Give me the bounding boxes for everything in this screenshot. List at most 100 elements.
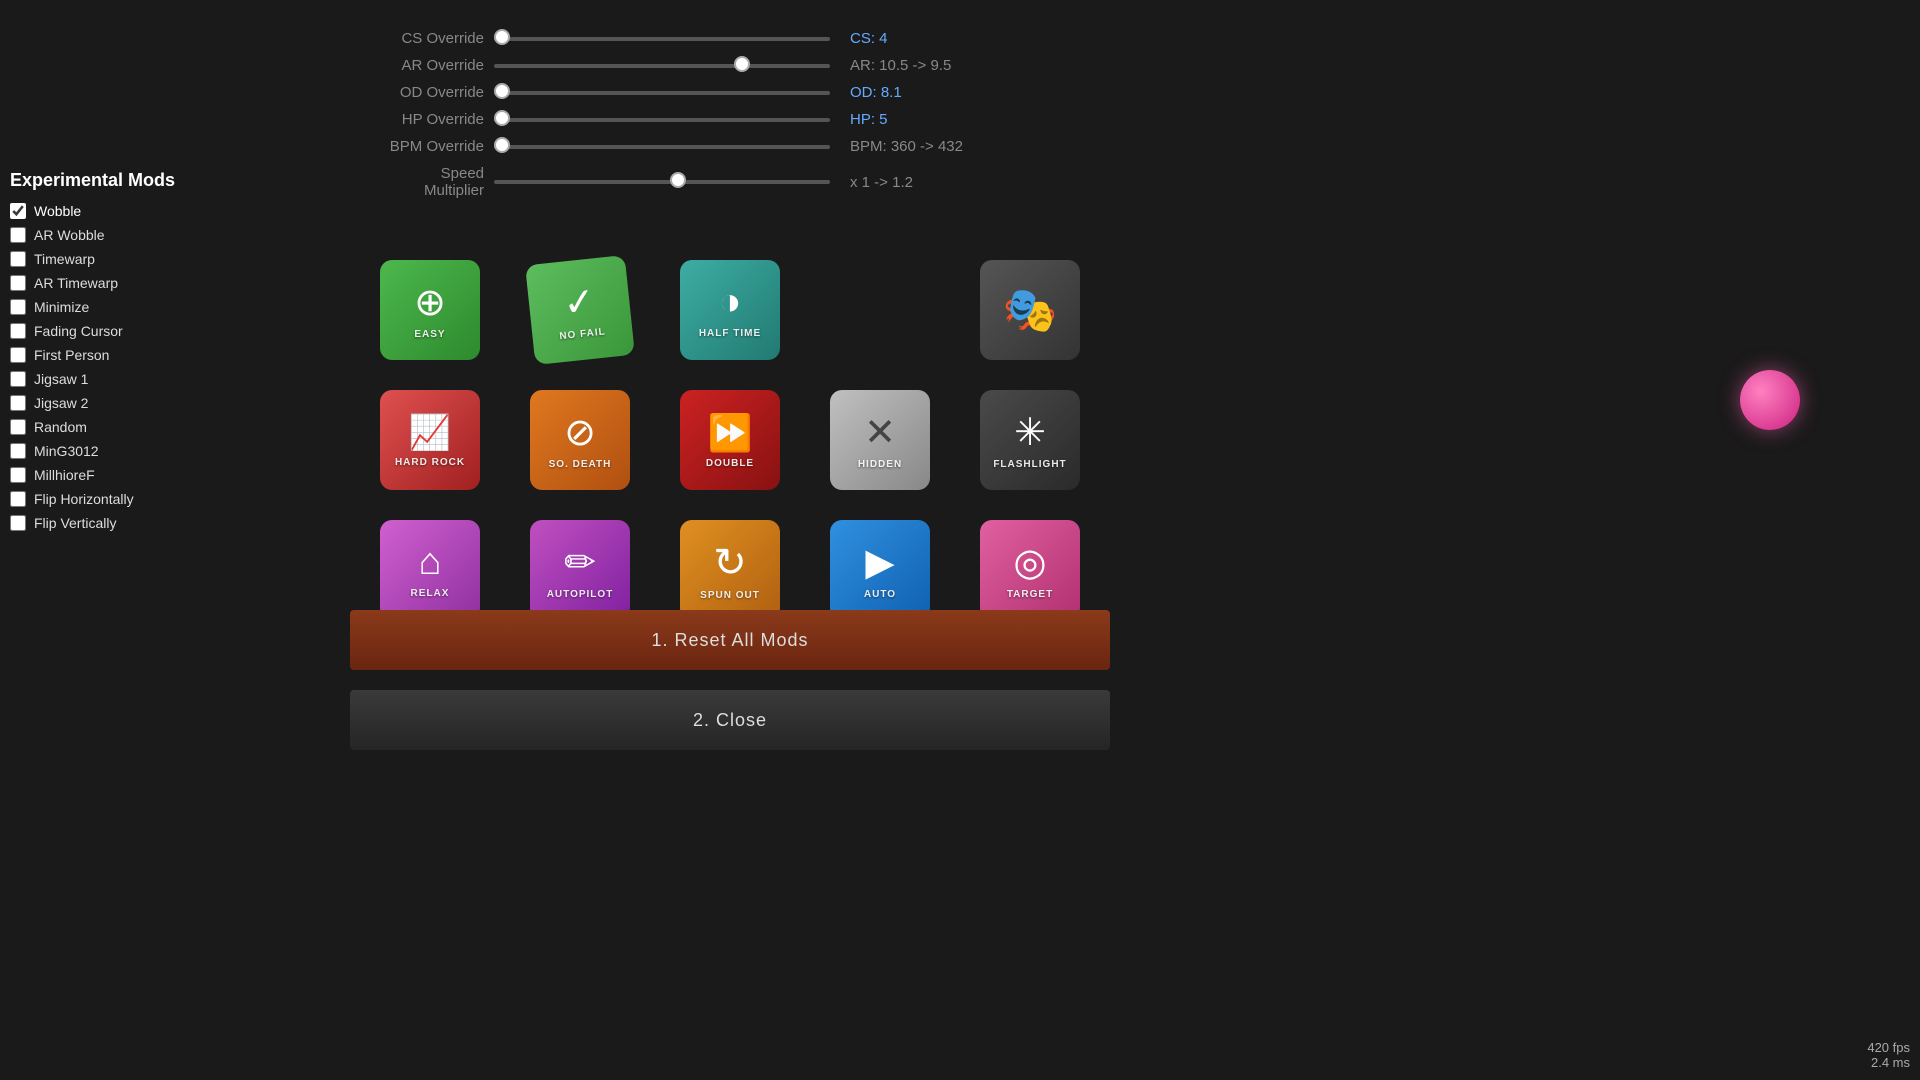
slider-input-0[interactable] xyxy=(494,29,830,45)
mod-easy[interactable]: ⊕ EASY xyxy=(380,260,480,360)
mod-label-autopilot: AUTOPILOT xyxy=(547,589,614,600)
checkbox-item-timewarp[interactable]: Timewarp xyxy=(10,251,190,267)
checkbox-item-jigsaw2[interactable]: Jigsaw 2 xyxy=(10,395,190,411)
slider-value-0: CS: 4 xyxy=(850,30,1000,47)
mods-grid: ⊕ EASY ✓NO FAIL ◑HALF TIME 🎭 📈HARD ROCK ⊘SO. D… xyxy=(380,260,1080,620)
slider-input-1[interactable] xyxy=(494,56,830,72)
checkbox-wobble[interactable] xyxy=(10,203,26,219)
mod-hidden[interactable]: ✕ HIDDEN xyxy=(830,390,930,490)
checkbox-item-flip-horizontally[interactable]: Flip Horizontally xyxy=(10,491,190,507)
checkbox-millhioref[interactable] xyxy=(10,467,26,483)
checkbox-list: Wobble AR Wobble Timewarp AR Timewarp Minimi… xyxy=(10,203,190,531)
mod-icon-hidden: ✕ xyxy=(864,410,896,455)
checkbox-timewarp[interactable] xyxy=(10,251,26,267)
checkbox-ming3012[interactable] xyxy=(10,443,26,459)
mod-suddendeath[interactable]: ⊘SO. DEATH xyxy=(530,390,630,490)
slider-label-1: AR Override xyxy=(380,57,484,74)
checkbox-item-ming3012[interactable]: MinG3012 xyxy=(10,443,190,459)
checkbox-item-minimize[interactable]: Minimize xyxy=(10,299,190,315)
mod-icon-easy: ⊕ xyxy=(414,280,446,325)
mod-label-nofail: NO FAIL xyxy=(559,326,606,342)
checkbox-label-first-person: First Person xyxy=(34,347,109,363)
checkbox-label-ar-wobble: AR Wobble xyxy=(34,227,105,243)
mod-label-hidden: HIDDEN xyxy=(858,459,902,470)
checkbox-item-ar-timewarp[interactable]: AR Timewarp xyxy=(10,275,190,291)
mod-target[interactable]: ◎ TARGET xyxy=(980,520,1080,620)
slider-label-4: BPM Override xyxy=(380,138,484,155)
mod-label-easy: EASY xyxy=(414,329,445,340)
fps-counter: 420 fps 2.4 ms xyxy=(1867,1040,1910,1070)
mod-label-target: TARGET xyxy=(1007,589,1053,600)
mod-relax[interactable]: ⌂ RELAX xyxy=(380,520,480,620)
checkbox-label-flip-vertically: Flip Vertically xyxy=(34,515,116,531)
sidebar-title: Experimental Mods xyxy=(10,170,190,191)
checkbox-item-millhioref[interactable]: MillhioreF xyxy=(10,467,190,483)
pink-ball xyxy=(1740,370,1800,430)
fps-value: 420 fps xyxy=(1867,1040,1910,1055)
checkbox-item-first-person[interactable]: First Person xyxy=(10,347,190,363)
mod-icon-suddendeath: ⊘ xyxy=(564,410,596,455)
checkbox-random[interactable] xyxy=(10,419,26,435)
mod-label-spinout: SPUN OUT xyxy=(700,590,760,601)
mod-flashlight[interactable]: ✳FLASHLIGHT xyxy=(980,390,1080,490)
slider-track-0 xyxy=(494,37,830,41)
checkbox-label-flip-horizontally: Flip Horizontally xyxy=(34,491,134,507)
slider-row-0: CS Override CS: 4 xyxy=(380,30,1000,47)
reset-all-mods-button[interactable]: 1. Reset All Mods xyxy=(350,610,1110,670)
mod-empty xyxy=(830,260,930,360)
mod-hardrock[interactable]: 📈HARD ROCK xyxy=(380,390,480,490)
slider-input-5[interactable] xyxy=(494,172,830,188)
slider-label-3: HP Override xyxy=(380,111,484,128)
mod-double[interactable]: ⏩ DOUBLE xyxy=(680,390,780,490)
checkbox-item-ar-wobble[interactable]: AR Wobble xyxy=(10,227,190,243)
checkbox-item-random[interactable]: Random xyxy=(10,419,190,435)
checkbox-item-wobble[interactable]: Wobble xyxy=(10,203,190,219)
close-button[interactable]: 2. Close xyxy=(350,690,1110,750)
mod-label-double: DOUBLE xyxy=(706,458,754,469)
mod-icon-nofail: ✓ xyxy=(561,279,597,327)
checkbox-fading-cursor[interactable] xyxy=(10,323,26,339)
checkbox-ar-timewarp[interactable] xyxy=(10,275,26,291)
checkbox-label-random: Random xyxy=(34,419,87,435)
slider-value-2: OD: 8.1 xyxy=(850,84,1000,101)
mod-icon-jigsaw-face: 🎭 xyxy=(1003,284,1058,336)
slider-track-3 xyxy=(494,118,830,122)
checkbox-label-timewarp: Timewarp xyxy=(34,251,95,267)
mod-icon-relax: ⌂ xyxy=(419,541,442,584)
slider-label-0: CS Override xyxy=(380,30,484,47)
mod-icon-double: ⏩ xyxy=(708,412,753,454)
mod-spinout[interactable]: ↻SPUN OUT xyxy=(680,520,780,620)
mod-nofail[interactable]: ✓NO FAIL xyxy=(525,255,635,365)
sidebar: Experimental Mods Wobble AR Wobble Timewar… xyxy=(0,160,200,549)
checkbox-item-jigsaw1[interactable]: Jigsaw 1 xyxy=(10,371,190,387)
checkbox-flip-horizontally[interactable] xyxy=(10,491,26,507)
checkbox-minimize[interactable] xyxy=(10,299,26,315)
slider-input-3[interactable] xyxy=(494,110,830,126)
mod-label-flashlight: FLASHLIGHT xyxy=(993,459,1066,470)
checkbox-first-person[interactable] xyxy=(10,347,26,363)
mod-label-halftime: HALF TIME xyxy=(699,328,761,339)
slider-input-2[interactable] xyxy=(494,83,830,99)
mod-label-relax: RELAX xyxy=(411,588,450,599)
mod-icon-hardrock: 📈 xyxy=(409,413,451,453)
mod-jigsaw-face[interactable]: 🎭 xyxy=(980,260,1080,360)
slider-row-5: Speed Multiplierx 1 -> 1.2 xyxy=(380,165,1000,199)
checkbox-item-flip-vertically[interactable]: Flip Vertically xyxy=(10,515,190,531)
checkbox-flip-vertically[interactable] xyxy=(10,515,26,531)
checkbox-label-millhioref: MillhioreF xyxy=(34,467,95,483)
mod-icon-target: ◎ xyxy=(1013,540,1046,585)
checkbox-jigsaw2[interactable] xyxy=(10,395,26,411)
slider-input-4[interactable] xyxy=(494,137,830,153)
mod-halftime[interactable]: ◑HALF TIME xyxy=(680,260,780,360)
slider-label-2: OD Override xyxy=(380,84,484,101)
mod-auto[interactable]: ▶AUTO xyxy=(830,520,930,620)
slider-label-5: Speed Multiplier xyxy=(380,165,484,199)
checkbox-jigsaw1[interactable] xyxy=(10,371,26,387)
mod-autopilot[interactable]: ✏AUTOPILOT xyxy=(530,520,630,620)
mod-icon-auto: ▶ xyxy=(865,540,894,585)
checkbox-label-jigsaw1: Jigsaw 1 xyxy=(34,371,88,387)
checkbox-ar-wobble[interactable] xyxy=(10,227,26,243)
checkbox-label-ming3012: MinG3012 xyxy=(34,443,99,459)
slider-row-4: BPM OverrideBPM: 360 -> 432 xyxy=(380,138,1000,155)
checkbox-item-fading-cursor[interactable]: Fading Cursor xyxy=(10,323,190,339)
